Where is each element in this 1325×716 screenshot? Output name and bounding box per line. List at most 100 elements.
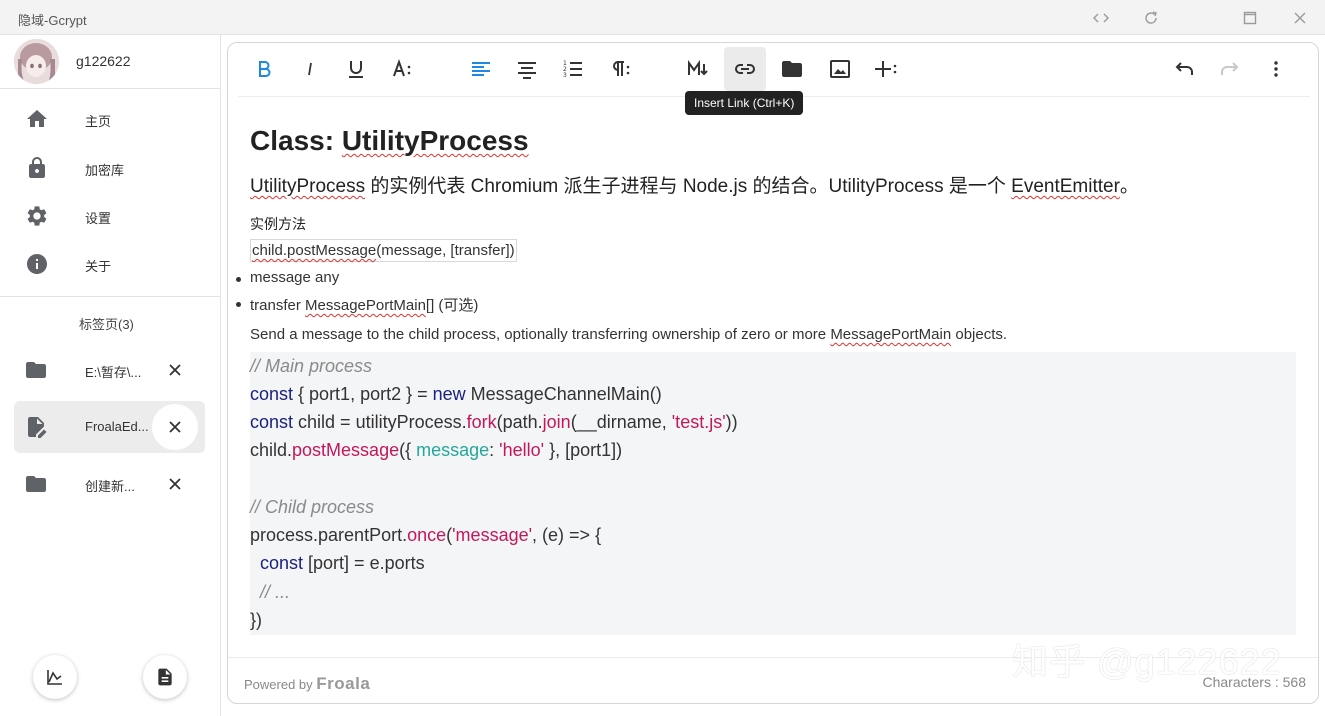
code-keyword: const [250, 553, 304, 573]
devtools-button[interactable] [1089, 6, 1113, 30]
tab-item-active[interactable]: FroalaEd... [14, 401, 205, 453]
code-text: , (e) => { [532, 525, 602, 545]
bullet-link[interactable]: MessagePortMain [305, 297, 426, 314]
new-document-button[interactable] [143, 655, 187, 699]
undo-icon [1175, 62, 1193, 75]
bullet-text: transfer [250, 297, 306, 314]
nav-label-home: 主页 [85, 114, 112, 129]
code-function: once [407, 525, 447, 545]
bold-icon [259, 61, 271, 77]
sidebar-divider [0, 296, 220, 297]
text-format-button[interactable] [382, 47, 424, 91]
italic-icon [308, 60, 312, 76]
insert-image-button[interactable] [819, 47, 861, 91]
code-function: join [542, 412, 571, 432]
tab-label: FroalaEd... [85, 419, 149, 434]
markdown-button[interactable] [677, 47, 719, 91]
close-icon [169, 364, 181, 376]
code-keyword: new [432, 384, 466, 404]
code-text: { port1, port2 } = [293, 384, 433, 404]
folder-icon [24, 358, 48, 382]
underline-button[interactable] [335, 47, 377, 91]
code-line: const child = utilityProcess.fork(path.j… [250, 408, 738, 436]
nav-label-about: 关于 [85, 259, 112, 274]
list-item: message any [235, 269, 340, 286]
desc-suffix: objects. [951, 326, 1008, 343]
undo-button[interactable] [1163, 47, 1205, 91]
open-folder-button[interactable] [771, 47, 813, 91]
powered-by-text: Powered by [244, 677, 317, 692]
ordered-list-icon: 123 [563, 60, 582, 79]
froala-logo: Froala [316, 674, 371, 693]
intro-end: 。 [1119, 176, 1139, 197]
section-heading: 实例方法 [250, 216, 306, 232]
align-left-icon [472, 62, 490, 76]
code-keyword: const [250, 412, 294, 432]
nav-item-vault[interactable]: 加密库 [0, 146, 220, 190]
user-profile[interactable]: g122622 [0, 35, 220, 89]
maximize-button[interactable] [1238, 6, 1262, 30]
tab-close-button[interactable] [152, 347, 198, 393]
maximize-icon [1243, 11, 1257, 25]
code-line: // ... [250, 578, 290, 606]
bullet-suffix: [] (可选) [425, 297, 479, 314]
image-icon [830, 60, 850, 78]
intro-link-eventemitter[interactable]: EventEmitter [1011, 176, 1120, 197]
italic-button[interactable] [289, 47, 331, 91]
more-vertical-icon [1274, 61, 1278, 77]
close-icon [1294, 12, 1306, 24]
gear-icon [25, 204, 49, 228]
close-icon [169, 478, 181, 490]
font-size-icon [393, 59, 411, 77]
code-property: message [416, 440, 490, 460]
code-keyword: const [250, 384, 294, 404]
code-text: process.parentPort. [250, 525, 408, 545]
username: g122622 [76, 53, 131, 69]
code-block: // Main process const { port1, port2 } =… [250, 352, 1296, 635]
insert-link-button[interactable] [724, 47, 766, 91]
sidebar: g122622 主页 加密库 设置 关于 标签页(3) E:\暂存\... Fr… [0, 35, 221, 716]
underline-icon [349, 61, 363, 78]
close-window-button[interactable] [1288, 6, 1312, 30]
ordered-list-button[interactable]: 123 [552, 47, 594, 91]
intro-link-utilityprocess[interactable]: UtilityProcess [250, 176, 365, 197]
code-line: process.parentPort.once('message', (e) =… [250, 521, 601, 549]
nav-item-settings[interactable]: 设置 [0, 194, 220, 238]
page-title: Class: UtilityProcess [250, 125, 529, 157]
nav-item-about[interactable]: 关于 [0, 242, 220, 286]
nav-item-home[interactable]: 主页 [0, 97, 220, 141]
tab-item[interactable]: 创建新... [14, 458, 205, 510]
align-button[interactable] [460, 47, 502, 91]
desc-text: Send a message to the child process, opt… [250, 326, 831, 343]
code-line: // Main process [250, 352, 372, 380]
reload-button[interactable] [1139, 6, 1163, 30]
paragraph-format-button[interactable] [599, 47, 641, 91]
code-comment: // Child process [250, 497, 375, 517]
title-bar: 隐域-Gcrypt [0, 0, 1325, 35]
code-text: ({ [399, 440, 417, 460]
bold-button[interactable] [243, 47, 285, 91]
avatar-image-icon [14, 39, 59, 84]
refresh-icon [1145, 11, 1157, 24]
tab-label: E:\暂存\... [85, 365, 142, 380]
desc-link[interactable]: MessagePortMain [830, 326, 951, 343]
intro-text: 的实例代表 Chromium 派生子进程与 Node.js 的结合。Utilit… [365, 176, 1012, 197]
redo-button[interactable] [1209, 47, 1251, 91]
info-icon [25, 252, 49, 276]
svg-text:3: 3 [563, 72, 567, 79]
stats-button[interactable] [33, 655, 77, 699]
title-prefix: Class: [250, 125, 342, 156]
nav-label-settings: 设置 [85, 211, 112, 226]
document-icon [158, 668, 172, 686]
code-line: const [port] = e.ports [250, 549, 425, 577]
tab-close-button[interactable] [152, 404, 198, 450]
code-line: const { port1, port2 } = new MessageChan… [250, 380, 662, 408]
code-text: : [489, 440, 500, 460]
align-center-button[interactable] [506, 47, 548, 91]
insert-more-button[interactable] [865, 47, 907, 91]
tab-close-button[interactable] [152, 461, 198, 507]
more-options-button[interactable] [1255, 47, 1297, 91]
tab-item[interactable]: E:\暂存\... [14, 344, 205, 396]
powered-by[interactable]: Powered by Froala [244, 674, 370, 694]
method-name: child.postMessage [252, 242, 377, 259]
